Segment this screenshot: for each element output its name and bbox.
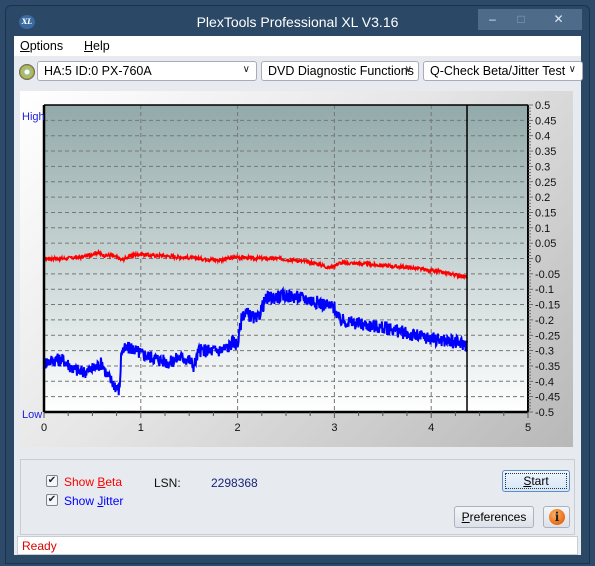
minimize-button[interactable]: – — [478, 9, 507, 30]
y-tick-label: -0.35 — [535, 361, 560, 373]
y-tick-label: -0.1 — [535, 284, 554, 296]
client-area: Options Help HA:5 ID:0 PX-760A ∨ DVD Dia… — [14, 36, 583, 555]
test-select[interactable]: Q-Check Beta/Jitter Test ∨ — [423, 61, 583, 81]
menu-help[interactable]: Help — [84, 39, 110, 53]
drive-select[interactable]: HA:5 ID:0 PX-760A ∨ — [37, 61, 257, 81]
maximize-button[interactable]: □ — [507, 9, 535, 30]
disc-drive-icon — [19, 64, 35, 80]
function-select-value: DVD Diagnostic Functions — [268, 64, 414, 78]
x-tick-label: 4 — [428, 422, 434, 434]
close-button[interactable]: ✕ — [535, 9, 582, 30]
app-window: XL PlexTools Professional XL V3.16 – □ ✕… — [5, 5, 590, 564]
y-tick-label: -0.3 — [535, 346, 554, 358]
x-tick-label: 2 — [235, 422, 241, 434]
info-button[interactable]: i — [543, 506, 570, 528]
y-tick-label: 0 — [535, 254, 541, 266]
info-icon: i — [549, 509, 565, 525]
y-tick-label: -0.45 — [535, 392, 560, 404]
y-tick-label: 0.05 — [535, 238, 556, 250]
chart-panel: 0 1 2 3 4 5 0.5 0.45 0.4 0.35 0.3 0.25 0.2 0.15 0.1 0.0… — [20, 91, 573, 447]
preferences-button[interactable]: Preferences — [454, 506, 534, 528]
lsn-label: LSN: — [154, 476, 181, 490]
show-beta-checkbox[interactable]: ✔ — [46, 475, 58, 487]
y-tick-label: 0.15 — [535, 207, 556, 219]
x-tick-label: 5 — [525, 422, 531, 434]
y-tick-label: -0.25 — [535, 330, 560, 342]
y-tick-label: -0.15 — [535, 300, 560, 312]
y-tick-label: 0.45 — [535, 115, 556, 127]
status-text: Ready — [22, 539, 57, 553]
y-tick-label: 0.4 — [535, 131, 550, 143]
y-tick-label: -0.05 — [535, 269, 560, 281]
function-select[interactable]: DVD Diagnostic Functions ∨ — [261, 61, 419, 81]
title-bar[interactable]: XL PlexTools Professional XL V3.16 – □ ✕ — [6, 6, 589, 36]
chevron-down-icon: ∨ — [242, 64, 250, 75]
test-select-value: Q-Check Beta/Jitter Test — [430, 64, 566, 78]
y-tick-label: 0.1 — [535, 223, 550, 235]
menu-options[interactable]: Options — [20, 39, 63, 53]
show-beta-label[interactable]: Show Beta — [64, 475, 122, 489]
status-bar: Ready — [17, 536, 578, 555]
y-tick-label: -0.4 — [535, 376, 554, 388]
y-tick-label: -0.2 — [535, 315, 554, 327]
menu-bar: Options Help — [14, 36, 581, 56]
x-tick-label: 1 — [138, 422, 144, 434]
show-jitter-label[interactable]: Show Jitter — [64, 494, 123, 508]
toolbar: HA:5 ID:0 PX-760A ∨ DVD Diagnostic Funct… — [14, 56, 583, 86]
start-button[interactable]: Start — [502, 470, 570, 492]
y-tick-label: 0.3 — [535, 161, 550, 173]
high-label: High — [22, 111, 45, 123]
y-tick-label: 0.25 — [535, 177, 556, 189]
chevron-down-icon: ∨ — [404, 64, 412, 75]
beta-jitter-chart: 0 1 2 3 4 5 0.5 0.45 0.4 0.35 0.3 0.25 0.2 0.15 0.1 0.0… — [41, 100, 560, 434]
y-tick-label: 0.2 — [535, 192, 550, 204]
lsn-value: 2298368 — [211, 476, 258, 490]
y-tick-label: 0.5 — [535, 100, 550, 112]
x-tick-label: 0 — [41, 422, 47, 434]
show-jitter-checkbox[interactable]: ✔ — [46, 494, 58, 506]
drive-select-value: HA:5 ID:0 PX-760A — [44, 64, 152, 78]
y-tick-label: 0.35 — [535, 146, 556, 158]
x-tick-label: 3 — [331, 422, 337, 434]
low-label: Low — [22, 409, 43, 421]
chevron-down-icon: ∨ — [568, 64, 576, 75]
y-tick-label: -0.5 — [535, 407, 554, 419]
